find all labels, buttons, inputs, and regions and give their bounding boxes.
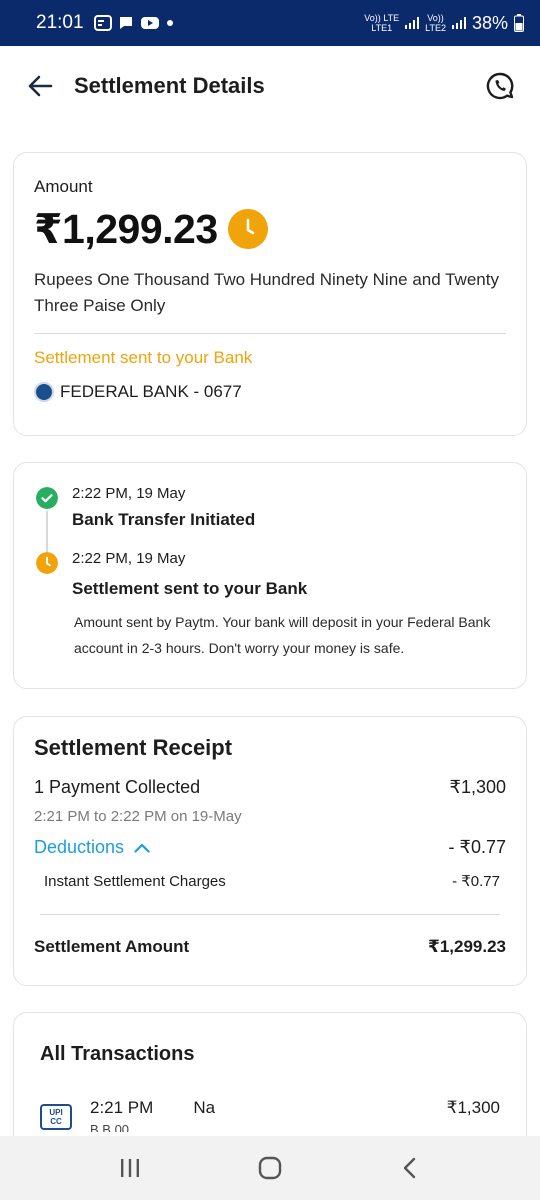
charges-row: Instant Settlement Charges - ₹0.77 [34,872,506,891]
battery-icon [514,14,524,32]
transaction-subtext: B B 00 [90,1122,130,1132]
check-circle-icon [36,487,58,509]
network-2-label: Vo)) [427,13,444,23]
receipt-card: Settlement Receipt 1 Payment Collected ₹… [13,716,527,986]
network-2-sublabel: LTE2 [425,23,446,33]
transaction-row[interactable]: UPI CC 2:21 PM B B 00 Na ₹1,300 [40,1098,500,1132]
page-title: Settlement Details [74,73,265,98]
status-notifications [93,15,174,31]
timeline-time: 2:22 PM, 19 May [72,550,186,567]
notification-icon [93,15,112,31]
signal-icon [405,17,420,29]
message-icon [119,17,132,29]
amount-in-words: Rupees One Thousand Two Hundred Ninety N… [34,270,499,315]
amount-row: ₹1,299.23 [34,205,506,253]
chevron-left-icon [403,1157,416,1179]
back-nav-button[interactable] [390,1148,430,1188]
bank-logo-icon [34,382,54,402]
transaction-time-block: 2:21 PM B B 00 [72,1098,153,1132]
system-nav-bar [0,1136,540,1200]
recents-icon [121,1159,139,1177]
timeline-item: 2:22 PM, 19 May Bank Transfer Initiated [34,485,506,530]
payments-value: ₹1,300 [449,777,507,797]
amount-label: Amount [34,177,93,196]
status-right: Vo)) LTE LTE1 Vo)) LTE2 38% [364,13,524,34]
timeline-time: 2:22 PM, 19 May [72,485,186,502]
payments-row: 1 Payment Collected ₹1,300 [34,777,506,798]
battery-percent: 38% [471,12,508,33]
receipt-title: Settlement Receipt [34,735,233,760]
bank-name: FEDERAL BANK - 0677 [60,382,242,401]
time-range: 2:21 PM to 2:22 PM on 19-May [34,808,242,825]
amount-value: ₹1,299.23 [34,206,218,252]
settlement-status: Settlement sent to your Bank [34,348,253,367]
youtube-icon [140,17,159,29]
timeline-card: 2:22 PM, 19 May Bank Transfer Initiated … [13,462,527,689]
home-button[interactable] [250,1148,290,1188]
back-button[interactable] [20,66,60,106]
charges-label: Instant Settlement Charges [44,872,226,890]
divider [40,914,500,915]
deductions-value: - ₹0.77 [448,837,506,857]
clock-pending-icon [227,209,268,249]
cc-icon-label: CC [50,1117,62,1126]
transaction-time: 2:21 PM [90,1098,154,1117]
status-time: 21:01 [36,12,84,33]
dot-icon [166,20,173,26]
status-bar: 21:01 Vo)) LTE LTE1 Vo)) LTE2 38% [0,0,540,46]
payments-label: 1 Payment Collected [34,777,201,797]
deductions-label: Deductions [34,837,125,857]
settlement-amount-label: Settlement Amount [34,937,190,956]
deductions-toggle[interactable]: Deductions [34,837,150,858]
help-chat-icon [486,72,514,100]
divider [34,333,506,334]
timeline-item: 2:22 PM, 19 May Settlement sent to your … [34,550,506,599]
arrow-left-icon [28,75,53,97]
recents-button[interactable] [110,1148,150,1188]
transaction-amount: ₹1,300 [446,1098,500,1117]
help-button[interactable] [480,66,520,106]
home-icon [258,1156,282,1180]
app-header: Settlement Details [0,46,540,126]
transactions-title: All Transactions [40,1043,195,1065]
network-2: Vo)) LTE2 [425,13,446,33]
upi-icon-label: UPI [49,1108,63,1117]
settlement-amount-value: ₹1,299.23 [427,937,506,956]
chevron-up-icon [134,843,150,853]
network-1-sublabel: LTE1 [371,23,393,33]
bank-row: FEDERAL BANK - 0677 [34,382,506,402]
upi-cc-icon: UPI CC [40,1104,72,1130]
transaction-name: Na [193,1098,216,1117]
charges-value: - ₹0.77 [452,873,500,890]
timeline-title: Bank Transfer Initiated [72,510,256,529]
signal-icon [451,17,466,29]
timeline-description: Amount sent by Paytm. Your bank will dep… [74,614,491,656]
network-1-label: Vo)) LTE [364,13,400,23]
network-1: Vo)) LTE LTE1 [364,13,399,33]
deductions-row: Deductions - ₹0.77 [34,837,506,858]
amount-card: Amount ₹1,299.23 Rupees One Thousand Two… [13,152,527,436]
settlement-amount-row: Settlement Amount ₹1,299.23 [34,937,506,957]
clock-pending-icon [36,552,58,574]
timeline-title: Settlement sent to your Bank [72,579,308,598]
